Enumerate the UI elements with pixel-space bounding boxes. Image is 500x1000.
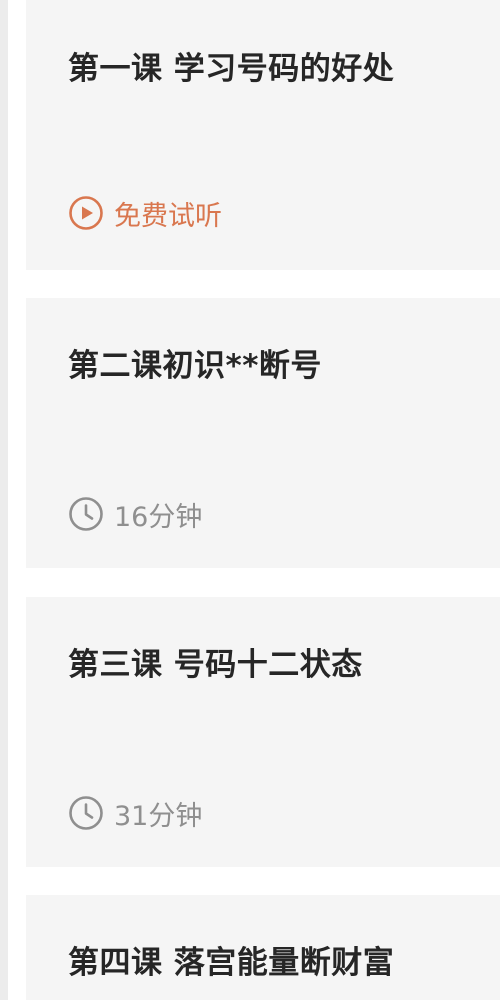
lesson-title: 第三课 号码十二状态 — [68, 647, 363, 683]
lesson-title: 第一课 学习号码的好处 — [68, 51, 395, 87]
lesson-card-2[interactable]: 第二课初识**断号 16分钟 — [26, 298, 500, 568]
duration-label: 16分钟 — [114, 501, 203, 533]
duration-label: 31分钟 — [114, 800, 203, 832]
lesson-title: 第二课初识**断号 — [68, 348, 322, 384]
lesson-card-1[interactable]: 第一课 学习号码的好处 免费试听 — [26, 0, 500, 270]
lesson-title: 第四课 落宫能量断财富 — [68, 945, 395, 981]
free-preview-label: 免费试听 — [114, 200, 222, 232]
clock-icon — [68, 795, 104, 831]
lesson-card-3[interactable]: 第三课 号码十二状态 31分钟 — [26, 597, 500, 867]
lesson-list: 第一课 学习号码的好处 免费试听 第二课初识**断号 16分钟 第三课 号码十二… — [26, 0, 500, 1000]
lesson-card-4[interactable]: 第四课 落宫能量断财富 — [26, 895, 500, 1000]
lesson-duration: 16分钟 — [68, 494, 202, 534]
free-preview-badge[interactable]: 免费试听 — [68, 193, 222, 233]
clock-icon — [68, 496, 104, 532]
left-edge-strip — [0, 0, 8, 1000]
lesson-duration: 31分钟 — [68, 793, 202, 833]
play-circle-icon — [68, 195, 104, 231]
